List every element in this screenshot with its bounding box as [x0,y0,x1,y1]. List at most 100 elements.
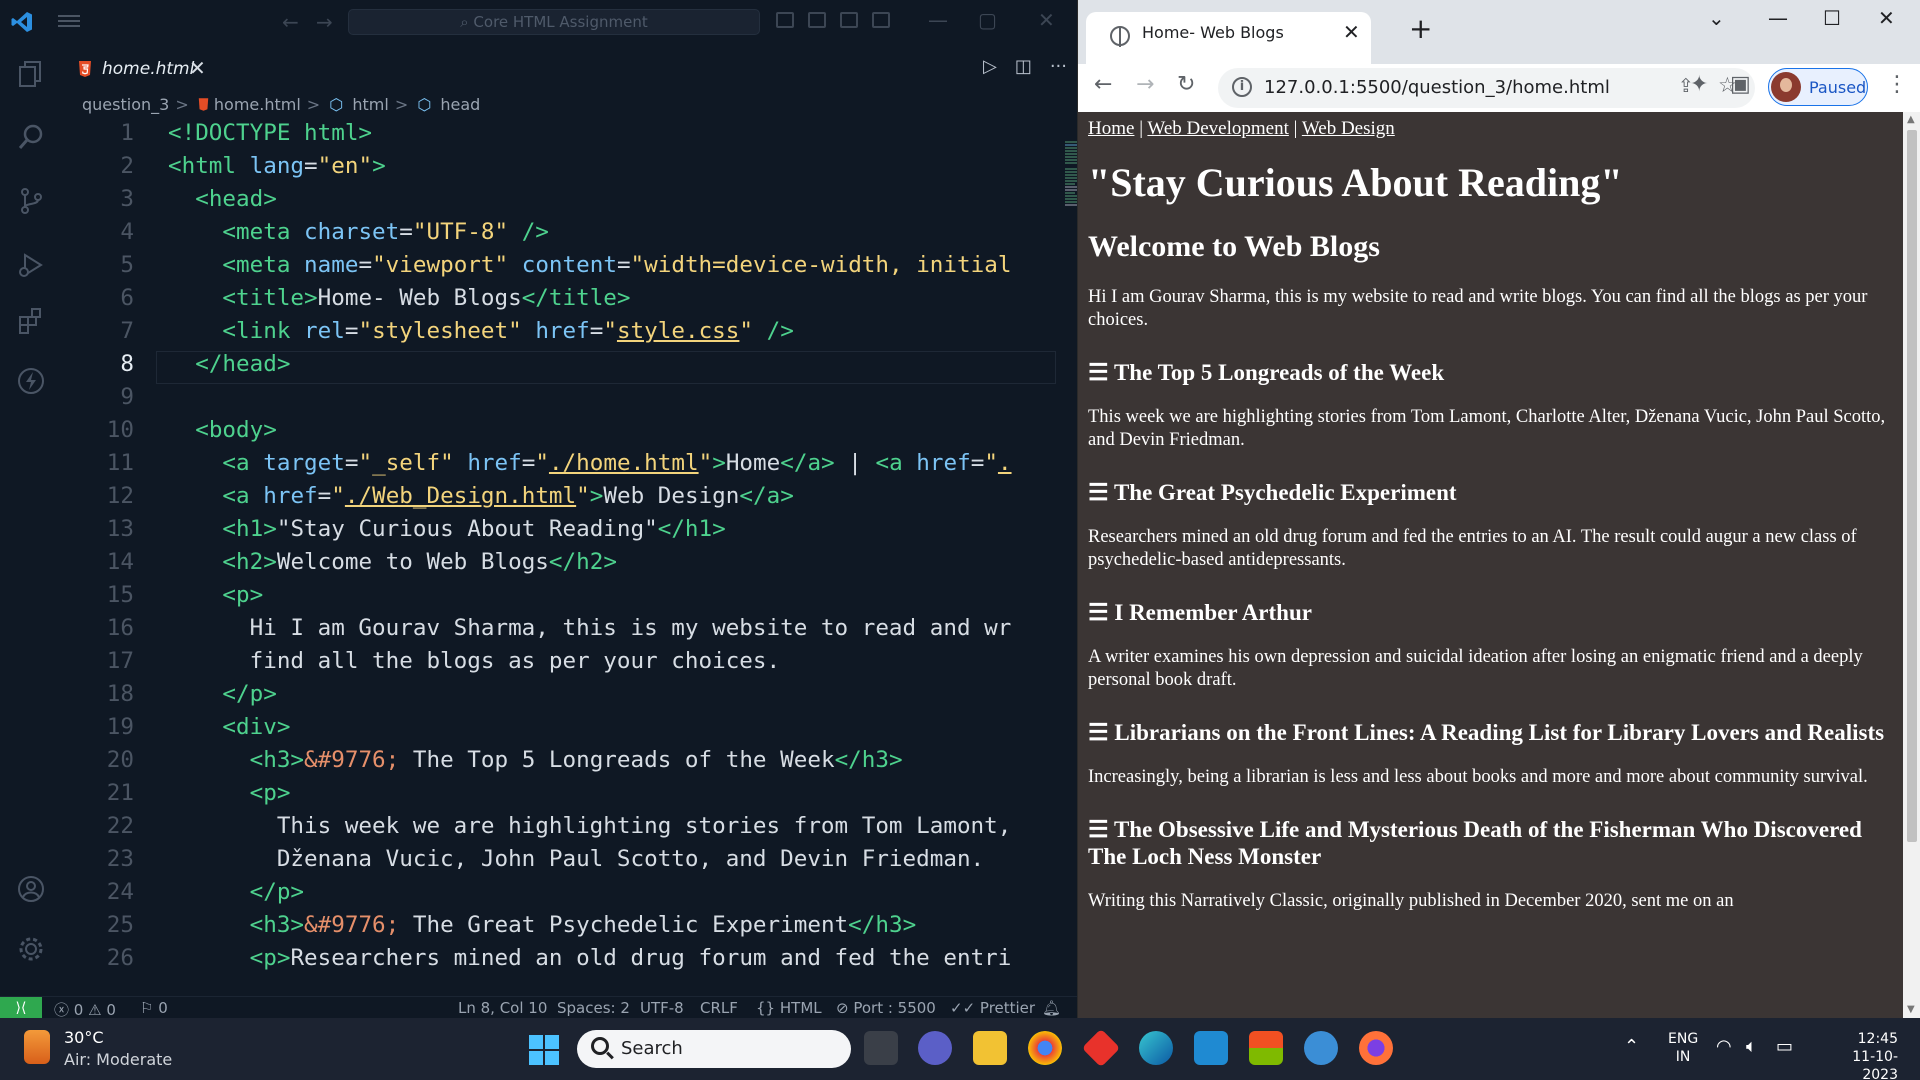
code-line[interactable]: 8 </head> [62,351,1077,384]
code-text[interactable]: <p>Researchers mined an old drug forum a… [168,945,1012,971]
menu-icon[interactable] [58,12,80,30]
code-text[interactable]: <head> [168,186,277,212]
code-line[interactable]: 9 [62,384,1077,417]
page-scrollbar[interactable]: ▲ ▼ [1903,112,1920,1018]
code-line[interactable]: 11 <a target="_self" href="./home.html">… [62,450,1077,483]
volume-icon[interactable]: 🔈︎ [1746,1036,1757,1057]
code-line[interactable]: 23 Dženana Vucic, John Paul Scotto, and … [62,846,1077,879]
live-server-port[interactable]: ⊘ Port : 5500 [836,999,936,1017]
microsoft-store-icon[interactable] [1249,1031,1283,1065]
code-line[interactable]: 2 <html lang="en"> [62,153,1077,186]
problems-status[interactable]: ⓧ 0 ⚠ 0 [54,999,116,1018]
code-line[interactable]: 3 <head> [62,186,1077,219]
code-text[interactable]: <h3>&#9776; The Top 5 Longreads of the W… [168,747,903,773]
ports-status[interactable]: ⚐ 0 [140,999,168,1017]
browser-tab[interactable]: Home- Web Blogs ✕ [1086,12,1371,64]
site-info-icon[interactable]: i [1232,77,1252,97]
indentation-status[interactable]: Spaces: 2 [557,999,630,1017]
code-line[interactable]: 12 <a href="./Web_Design.html">Web Desig… [62,483,1077,516]
code-line[interactable]: 6 <title>Home- Web Blogs</title> [62,285,1077,318]
close-icon[interactable]: ✕ [1038,8,1055,32]
remote-indicator[interactable]: ⟩⟨ [0,997,42,1018]
run-icon[interactable]: ▷ [983,56,997,77]
code-line[interactable]: 5 <meta name="viewport" content="width=d… [62,252,1077,285]
code-line[interactable]: 10 <body> [62,417,1077,450]
breadcrumb-file[interactable]: home.html [214,95,301,114]
notifications-bell-icon[interactable]: 🔔︎ [1042,999,1061,1017]
toggle-panel-icon[interactable] [808,12,826,28]
code-text[interactable]: <h1>"Stay Curious About Reading"</h1> [168,516,725,542]
command-center-search[interactable]: ⌕ Core HTML Assignment [348,9,760,35]
teams-chat-icon[interactable] [918,1031,952,1065]
back-arrow-icon[interactable]: ← [1094,72,1112,97]
nav-link-home[interactable]: Home [1088,118,1134,139]
code-text[interactable]: <a target="_self" href="./home.html">Hom… [168,450,1011,476]
toggle-secondary-sidebar-icon[interactable] [840,12,858,28]
close-icon[interactable]: ✕ [1878,6,1895,30]
code-text[interactable]: <html lang="en"> [168,153,386,179]
code-text[interactable]: Dženana Vucic, John Paul Scotto, and Dev… [168,846,984,872]
chrome-app-icon[interactable] [1028,1031,1062,1065]
file-explorer-icon[interactable] [973,1031,1007,1065]
edge-icon[interactable] [1139,1031,1173,1065]
code-text[interactable]: </p> [168,879,304,905]
code-text[interactable]: Hi I am Gourav Sharma, this is my websit… [168,615,1012,641]
code-text[interactable]: <meta name="viewport" content="width=dev… [168,252,1011,278]
run-debug-icon[interactable] [15,250,47,282]
url-text[interactable]: 127.0.0.1:5500/question_3/home.html [1264,77,1610,98]
extensions-icon[interactable] [15,306,47,338]
breadcrumb-html[interactable]: html [352,95,388,114]
prettier-status[interactable]: ✓✓ Prettier [950,999,1035,1017]
code-text[interactable]: <meta charset="UTF-8" /> [168,219,549,245]
minimize-icon[interactable]: — [1768,6,1788,30]
code-line[interactable]: 21 <p> [62,780,1077,813]
code-text[interactable]: find all the blogs as per your choices. [168,648,781,674]
firefox-icon[interactable] [1359,1031,1393,1065]
clock[interactable]: 12:45 11-10-2023 [1818,1030,1898,1080]
nav-link-web-design[interactable]: Web Design [1302,118,1395,139]
code-line[interactable]: 14 <h2>Welcome to Web Blogs</h2> [62,549,1077,582]
accounts-icon[interactable] [15,874,47,906]
address-bar[interactable]: i 127.0.0.1:5500/question_3/home.html ⇪ … [1218,68,1755,108]
code-line[interactable]: 19 <div> [62,714,1077,747]
code-editor[interactable]: 1 <!DOCTYPE html> 2 <html lang="en"> 3 <head… [62,120,1077,996]
code-line[interactable]: 13 <h1>"Stay Curious About Reading"</h1> [62,516,1077,549]
reload-icon[interactable]: ↻ [1177,72,1195,97]
tab-home-html[interactable]: home.html ✕ [62,44,214,92]
code-text[interactable]: <p> [168,780,291,806]
tab-close-icon[interactable]: ✕ [1343,20,1360,44]
eol-status[interactable]: CRLF [700,999,738,1017]
tab-search-chevron-icon[interactable]: ⌄ [1708,6,1725,30]
minimap[interactable] [1065,140,1077,220]
code-line[interactable]: 20 <h3>&#9776; The Top 5 Longreads of th… [62,747,1077,780]
explorer-icon[interactable] [15,58,47,90]
vscode-app-icon[interactable] [1194,1031,1228,1065]
code-text[interactable]: <title>Home- Web Blogs</title> [168,285,630,311]
scrollbar-thumb[interactable] [1907,130,1917,842]
code-text[interactable]: <p> [168,582,263,608]
customize-layout-icon[interactable] [872,12,890,28]
new-tab-plus-icon[interactable]: + [1409,12,1432,45]
code-text[interactable]: <a href="./Web_Design.html">Web Design</… [168,483,793,509]
toggle-sidebar-icon[interactable] [776,12,794,28]
tab-close-icon[interactable]: ✕ [189,56,206,80]
code-line[interactable]: 26 <p>Researchers mined an old drug foru… [62,945,1077,978]
forward-arrow-icon[interactable]: → [1136,72,1154,97]
side-panel-icon[interactable]: ▣ [1730,72,1751,97]
code-text[interactable]: <link rel="stylesheet" href="style.css" … [168,318,793,344]
weather-description[interactable]: Air: Moderate [64,1050,172,1069]
profile-button[interactable]: Paused [1768,68,1868,106]
code-line[interactable]: 15 <p> [62,582,1077,615]
encoding-status[interactable]: UTF-8 [640,999,684,1017]
code-text[interactable]: </p> [168,681,276,707]
breadcrumb-head[interactable]: head [440,95,480,114]
live-server-icon[interactable] [15,366,47,398]
code-text[interactable]: <body> [168,417,277,443]
maximize-icon[interactable]: ▢ [978,8,997,32]
python-icon[interactable] [1304,1031,1338,1065]
more-actions-icon[interactable]: ··· [1050,56,1067,77]
minimize-icon[interactable]: — [928,8,948,32]
code-line[interactable]: 18 </p> [62,681,1077,714]
code-text[interactable]: <div> [168,714,290,740]
code-text[interactable]: <!DOCTYPE html> [168,120,372,146]
